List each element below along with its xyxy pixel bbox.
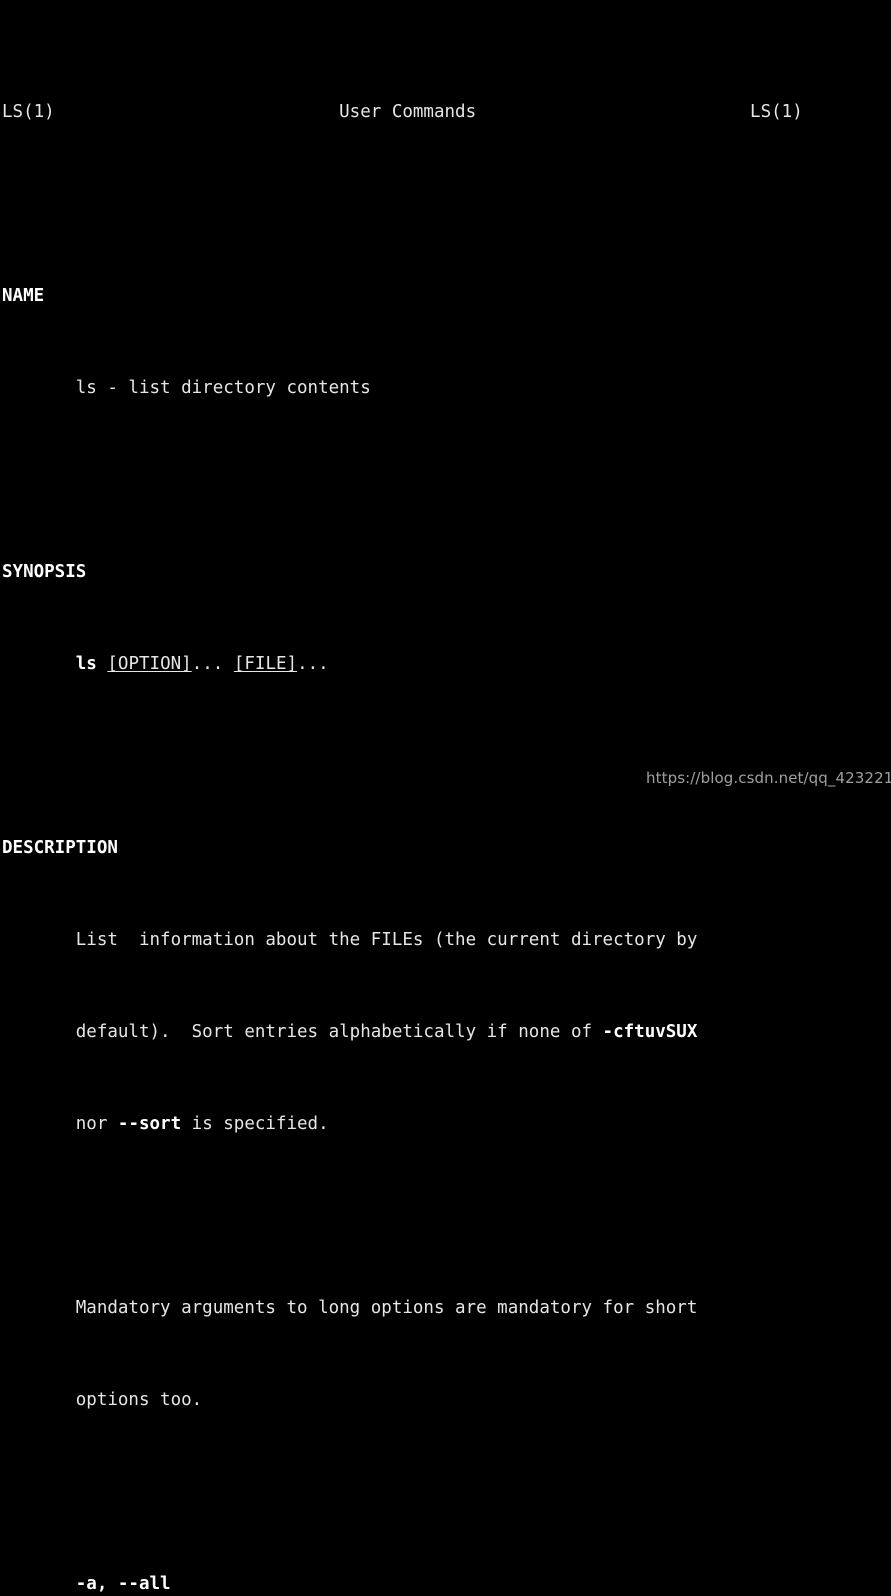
synopsis-indent: [2, 654, 76, 674]
section-heading-description-text: DESCRIPTION: [2, 838, 118, 858]
synopsis-option-token: [OPTION]: [107, 654, 192, 674]
synopsis-space: [97, 654, 108, 674]
option-entry-all: -a, --all: [2, 1573, 891, 1596]
description-text-3-pre: nor: [2, 1114, 118, 1134]
synopsis-line: ls [OPTION]... [FILE]...: [2, 653, 891, 676]
option-flag-all: -a, --all: [2, 1574, 171, 1594]
terminal-screen[interactable]: LS(1) User Commands LS(1) NAME ls - list…: [0, 0, 891, 1594]
description-text-2: default). Sort entries alphabetically if…: [2, 1022, 603, 1042]
name-description-line: ls - list directory contents: [2, 377, 891, 400]
section-heading-name: NAME: [2, 285, 891, 308]
section-heading-synopsis: SYNOPSIS: [2, 561, 891, 584]
manpage-header-line: LS(1) User Commands LS(1): [2, 101, 891, 124]
mandatory-args-line-2: options too.: [2, 1389, 891, 1412]
synopsis-command: ls: [75, 654, 97, 674]
section-heading-description: DESCRIPTION: [2, 837, 891, 860]
mandatory-args-line-1: Mandatory arguments to long options are …: [2, 1297, 891, 1320]
mandatory-args-text-1: Mandatory arguments to long options are …: [2, 1298, 698, 1318]
description-line-3: nor --sort is specified.: [2, 1113, 891, 1136]
manpage-header-text: LS(1) User Commands LS(1): [2, 102, 803, 122]
description-line-2: default). Sort entries alphabetically if…: [2, 1021, 891, 1044]
section-heading-name-text: NAME: [2, 286, 45, 306]
description-flag-sort: --sort: [117, 1114, 182, 1134]
description-text-3-post: is specified.: [181, 1114, 329, 1134]
synopsis-ellipsis-1: ...: [191, 654, 234, 674]
description-line-1: List information about the FILEs (the cu…: [2, 929, 891, 952]
synopsis-file-token: [FILE]: [233, 654, 298, 674]
synopsis-ellipsis-2: ...: [297, 654, 329, 674]
name-description-text: ls - list directory contents: [2, 378, 371, 398]
description-flags-cftuvsux: -cftuvSUX: [602, 1022, 698, 1042]
description-text-1: List information about the FILEs (the cu…: [2, 930, 698, 950]
mandatory-args-text-2: options too.: [2, 1390, 203, 1410]
section-heading-synopsis-text: SYNOPSIS: [2, 562, 87, 582]
